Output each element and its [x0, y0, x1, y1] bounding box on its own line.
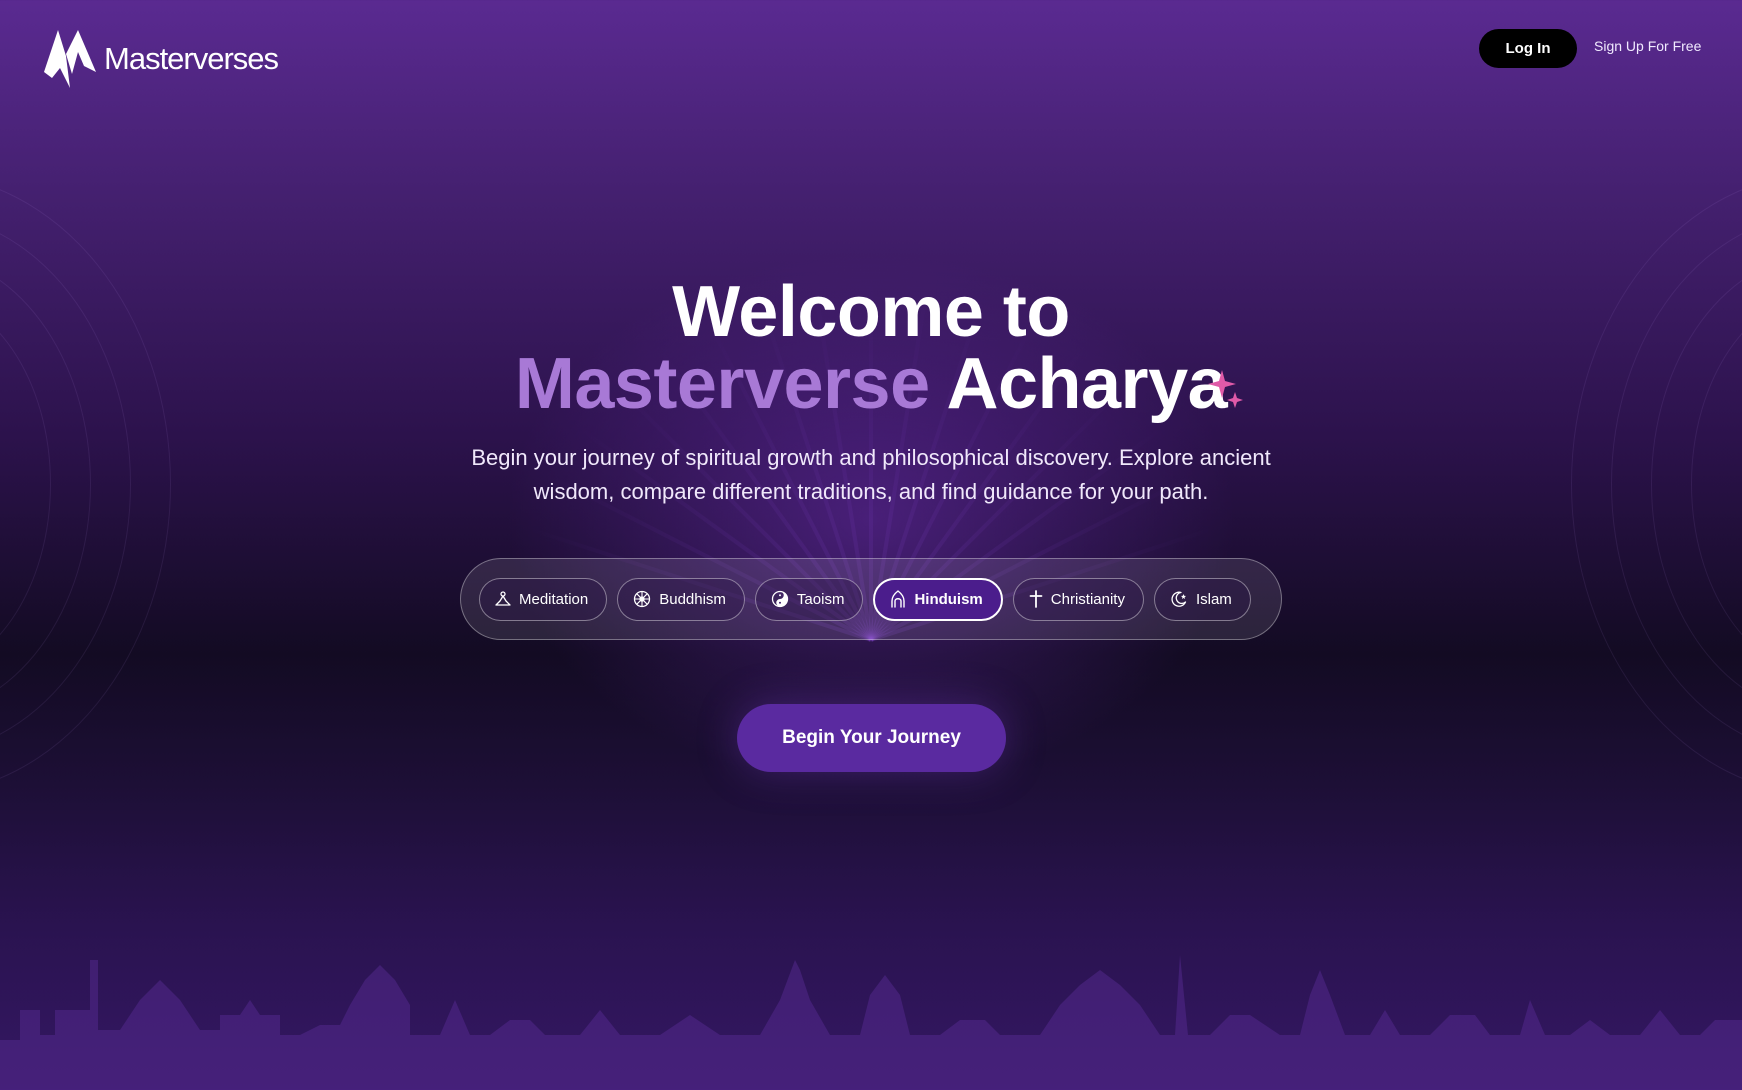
begin-journey-button[interactable]: Begin Your Journey — [737, 704, 1006, 772]
hero-title-accent: Masterverse — [514, 344, 930, 424]
tradition-label: Buddhism — [659, 590, 726, 608]
crescent-star-icon — [1171, 591, 1187, 607]
temple-skyline-silhouette — [0, 955, 1742, 1090]
tradition-label: Taoism — [796, 590, 845, 608]
brand-name: Masterverses — [104, 41, 279, 76]
hero-subtitle: Begin your journey of spiritual growth a… — [471, 445, 1271, 504]
tradition-pill-islam[interactable]: Islam — [1153, 577, 1251, 621]
yin-yang-icon — [771, 590, 789, 608]
hero-title-line1: Welcome to — [672, 272, 1070, 352]
tradition-pill-taoism[interactable]: Taoism — [754, 577, 864, 621]
tradition-pill-buddhism[interactable]: Buddhism — [617, 577, 745, 621]
hero-title: Welcome to Masterverse Acharya — [0, 276, 1742, 420]
tradition-label: Christianity — [1050, 590, 1125, 608]
tradition-pill-meditation[interactable]: Meditation — [479, 577, 608, 621]
masterverses-logo-icon — [44, 30, 96, 88]
hero-title-line2: Acharya — [946, 344, 1228, 424]
tradition-pill-hinduism[interactable]: Hinduism — [873, 577, 1003, 621]
tradition-label: Meditation — [519, 590, 589, 608]
meditation-icon — [495, 591, 511, 606]
login-button[interactable]: Log In — [1479, 29, 1577, 68]
signup-link[interactable]: Sign Up For Free — [1594, 38, 1701, 54]
tradition-label: Islam — [1195, 590, 1232, 608]
tradition-selector: Meditation Buddhism Taoism Hinduism Chri… — [460, 558, 1282, 640]
om-icon — [891, 590, 906, 608]
brand-logo[interactable]: Masterverses — [44, 30, 279, 88]
tradition-label: Hinduism — [914, 590, 983, 608]
sparkle-icon — [1208, 370, 1243, 408]
dharma-wheel-icon — [634, 590, 651, 608]
tradition-pill-christianity[interactable]: Christianity — [1012, 577, 1144, 621]
cross-icon — [1029, 590, 1043, 608]
